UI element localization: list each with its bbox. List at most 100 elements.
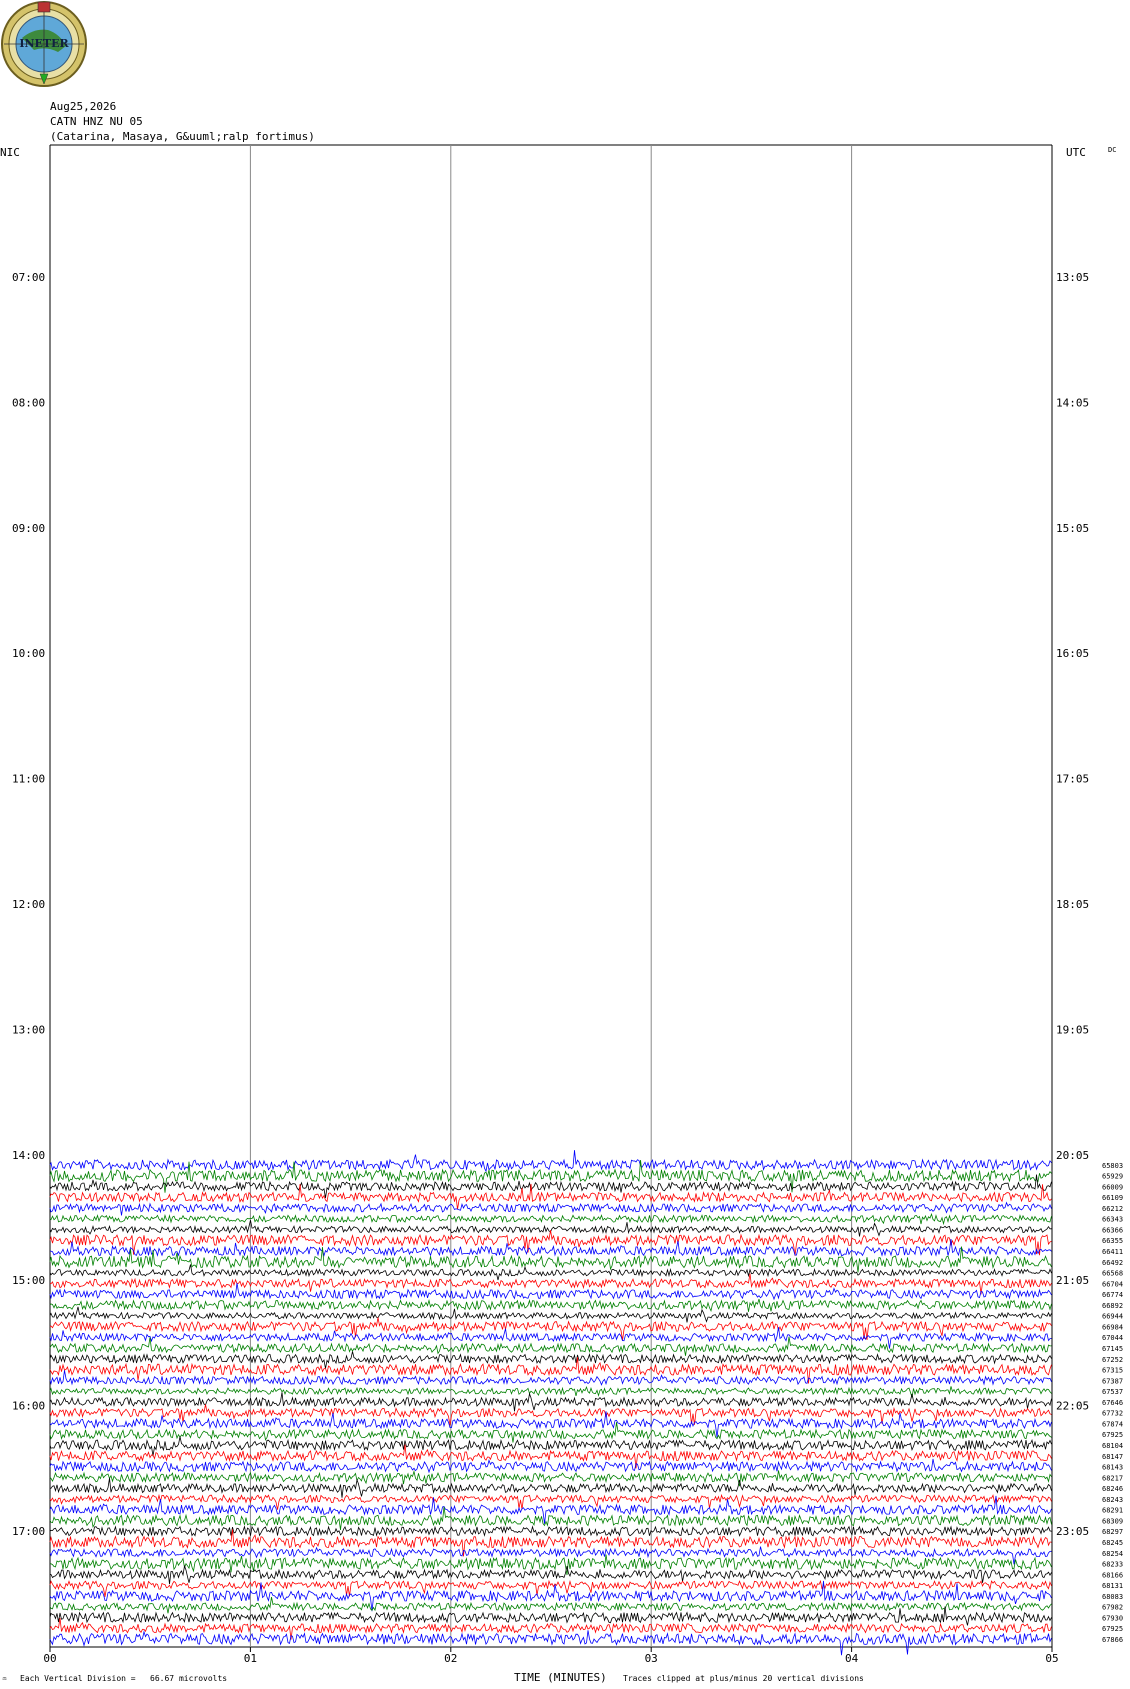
left-hour-label: 07:00 <box>12 271 45 284</box>
trace-level-label: 68147 <box>1102 1453 1123 1461</box>
trace-level-label: 68243 <box>1102 1496 1123 1504</box>
seismic-trace <box>49 1525 1052 1537</box>
seismic-trace <box>49 1264 1052 1281</box>
seismic-trace <box>49 1327 1052 1349</box>
left-hour-label: 15:00 <box>12 1274 45 1287</box>
right-hour-label: 18:05 <box>1056 898 1089 911</box>
left-hour-label: 13:00 <box>12 1023 45 1036</box>
seismic-trace <box>49 1606 1052 1626</box>
left-hour-label: 16:00 <box>12 1400 45 1413</box>
x-tick-label: 04 <box>845 1652 859 1665</box>
trace-level-label: 67925 <box>1102 1431 1123 1439</box>
left-hour-label: 12:00 <box>12 898 45 911</box>
trace-level-label: 67315 <box>1102 1367 1123 1375</box>
left-hour-label: 10:00 <box>12 647 45 660</box>
seismic-trace <box>49 1150 1052 1173</box>
trace-level-label: 68246 <box>1102 1485 1123 1493</box>
seismic-trace <box>49 1422 1052 1443</box>
trace-level-label: 67387 <box>1102 1377 1123 1385</box>
trace-level-label: 68104 <box>1102 1442 1123 1450</box>
trace-level-label: 65929 <box>1102 1173 1123 1181</box>
trace-level-label: 66704 <box>1102 1280 1123 1288</box>
dc-label: DC <box>1108 146 1116 154</box>
seismic-trace <box>49 1580 1052 1612</box>
helicorder-plot: 00 01 02 03 04 05 NIC UTC DC 07:00 08:00 09:00 10:00… <box>0 144 1123 1665</box>
right-hour-label: 20:05 <box>1056 1149 1089 1162</box>
trace-level-label: 66009 <box>1102 1183 1123 1191</box>
trace-level-label: 66366 <box>1102 1226 1123 1234</box>
seismic-trace <box>49 1546 1052 1565</box>
trace-level-label: 68083 <box>1102 1593 1123 1601</box>
seismic-trace <box>49 1554 1052 1576</box>
seismic-trace <box>49 1597 1052 1614</box>
trace-level-label: 66774 <box>1102 1291 1123 1299</box>
clip-note: Traces clipped at plus/minus 20 vertical… <box>623 1674 864 1683</box>
seismic-trace <box>49 1230 1052 1256</box>
seismic-trace <box>49 1212 1052 1226</box>
x-tick-label: 00 <box>43 1652 56 1665</box>
right-hour-label: 19:05 <box>1056 1023 1089 1036</box>
x-tick-label: 01 <box>244 1652 257 1665</box>
trace-level-label: 66355 <box>1102 1237 1123 1245</box>
trace-level-label: 66492 <box>1102 1259 1123 1267</box>
right-hour-label: 16:05 <box>1056 647 1089 660</box>
right-hour-label: 23:05 <box>1056 1525 1089 1538</box>
trace-level-label: 67732 <box>1102 1410 1123 1418</box>
trace-level-label: 67145 <box>1102 1345 1123 1353</box>
right-hour-label: 22:05 <box>1056 1400 1089 1413</box>
seismic-trace <box>49 1351 1052 1369</box>
left-hour-label: 14:00 <box>12 1149 45 1162</box>
seismic-trace <box>49 1370 1052 1386</box>
right-hour-label: 14:05 <box>1056 396 1089 409</box>
right-hour-label: 17:05 <box>1056 773 1089 786</box>
right-hour-label: 21:05 <box>1056 1274 1089 1287</box>
seismic-trace <box>49 1385 1052 1398</box>
trace-level-label: 66343 <box>1102 1216 1123 1224</box>
seismic-trace <box>49 1336 1052 1356</box>
trace-level-label: 68217 <box>1102 1474 1123 1482</box>
trace-level-label: 68245 <box>1102 1539 1123 1547</box>
trace-level-label: 68166 <box>1102 1571 1123 1579</box>
left-timezone-label: NIC <box>0 146 20 159</box>
seismic-trace <box>49 1298 1052 1313</box>
trace-level-label: 67930 <box>1102 1614 1123 1622</box>
trace-level-label: 65803 <box>1102 1162 1123 1170</box>
trace-level-label: 67982 <box>1102 1604 1123 1612</box>
seismic-trace <box>49 1357 1052 1384</box>
left-hour-label: 17:00 <box>12 1525 45 1538</box>
trace-level-label: 67044 <box>1102 1334 1123 1342</box>
trace-level-label: 68309 <box>1102 1517 1123 1525</box>
trace-level-label: 66212 <box>1102 1205 1123 1213</box>
trace-level-label: 67925 <box>1102 1625 1123 1633</box>
trace-level-label: 68143 <box>1102 1464 1123 1472</box>
trace-level-label: 67252 <box>1102 1356 1123 1364</box>
left-hour-label: 08:00 <box>12 396 45 409</box>
helicorder-page: INETER Aug25,2026 CATN HNZ NU 05 (Catari… <box>0 0 1130 1689</box>
trace-level-label: 68297 <box>1102 1528 1123 1536</box>
corner-mark: ♒ <box>2 1674 7 1683</box>
right-hour-label: 15:05 <box>1056 522 1089 535</box>
trace-level-label: 67646 <box>1102 1399 1123 1407</box>
seismic-trace <box>49 1469 1052 1487</box>
seismic-trace <box>49 1201 1052 1216</box>
x-tick-label: 05 <box>1045 1652 1058 1665</box>
trace-level-label: 68254 <box>1102 1550 1123 1558</box>
trace-level-label: 67874 <box>1102 1420 1123 1428</box>
x-axis-title: TIME (MINUTES) <box>514 1671 607 1684</box>
trace-level-label: 66568 <box>1102 1270 1123 1278</box>
scale-note: Each Vertical Division = 66.67 microvolt… <box>20 1674 228 1683</box>
seismic-trace <box>49 1306 1052 1323</box>
seismic-trace <box>49 1630 1052 1656</box>
trace-level-label: 67537 <box>1102 1388 1123 1396</box>
trace-level-label: 66109 <box>1102 1194 1123 1202</box>
trace-level-label: 66984 <box>1102 1323 1123 1331</box>
seismic-trace <box>49 1458 1052 1474</box>
left-hour-label: 09:00 <box>12 522 45 535</box>
trace-level-label: 68131 <box>1102 1582 1123 1590</box>
seismic-trace <box>49 1579 1052 1597</box>
right-timezone-label: UTC <box>1066 146 1086 159</box>
trace-level-label: 66411 <box>1102 1248 1123 1256</box>
trace-level-label: 66892 <box>1102 1302 1123 1310</box>
trace-level-label: 68233 <box>1102 1561 1123 1569</box>
trace-level-label: 67866 <box>1102 1636 1123 1644</box>
